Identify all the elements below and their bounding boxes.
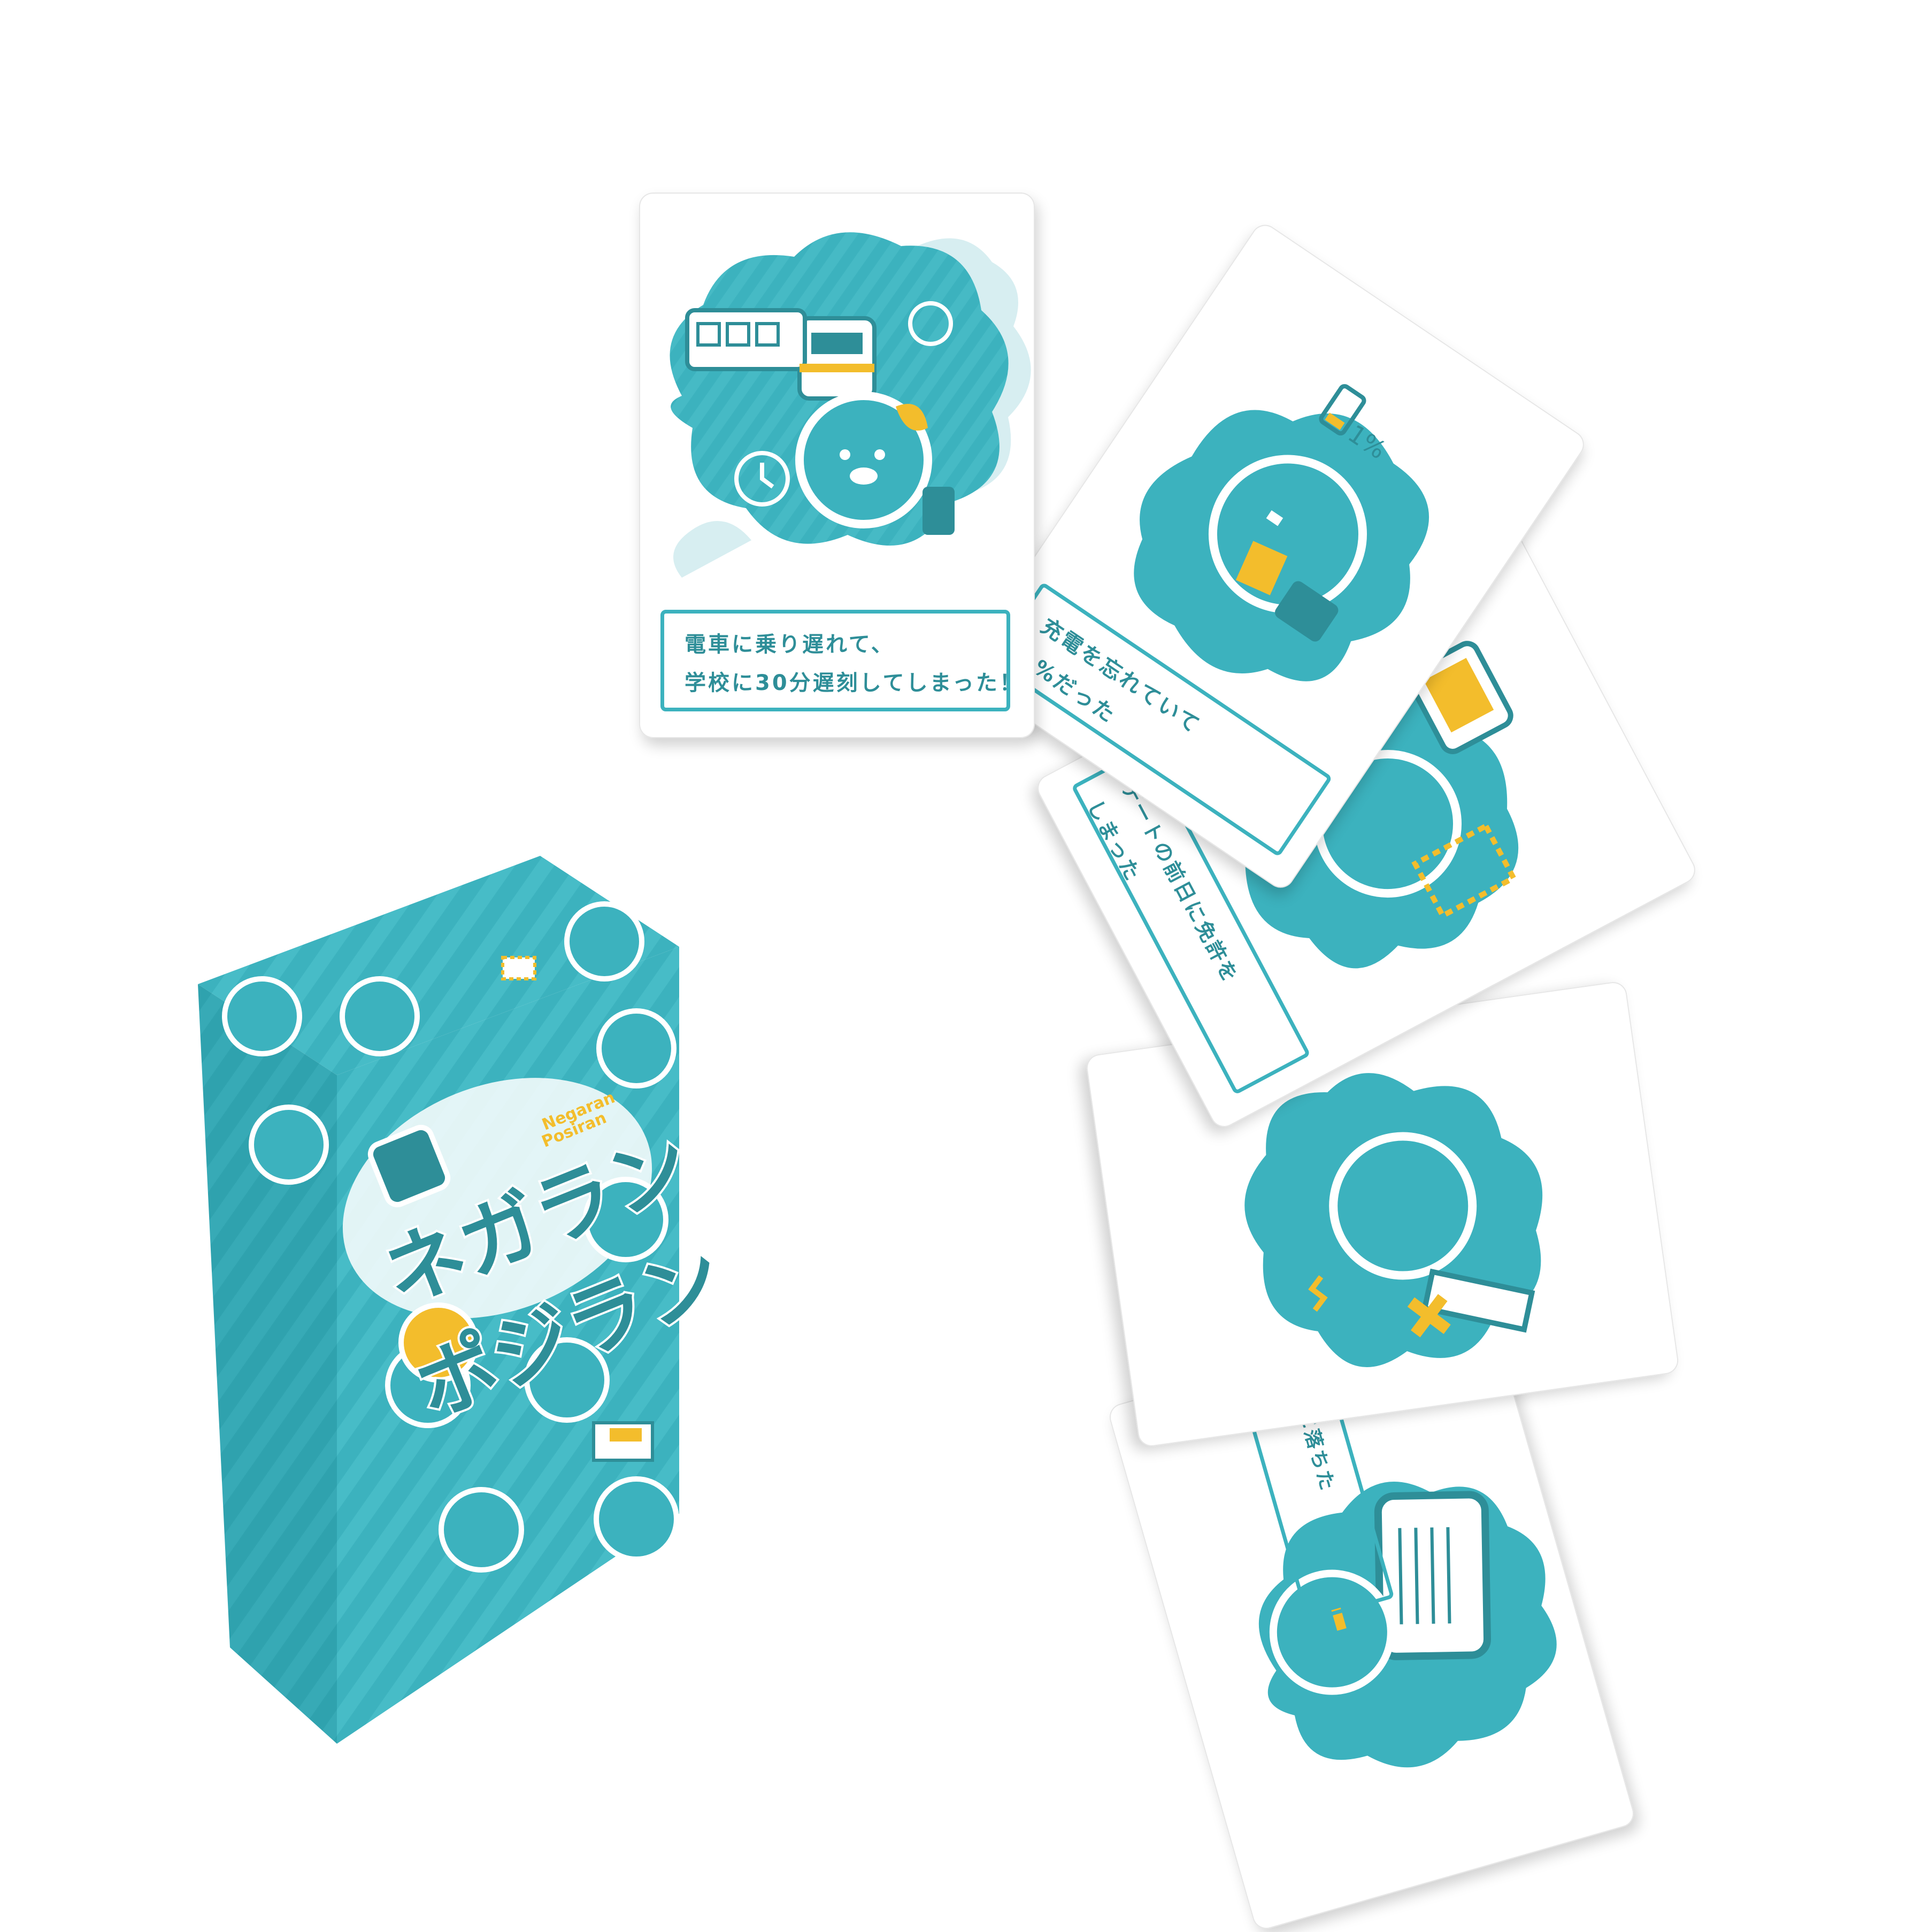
test-fail-icon	[1244, 1073, 1543, 1367]
card1-caption-line1: 電車に乗り遅れて、	[685, 632, 895, 657]
card-train-late: 電車に乗り遅れて、 学校に30分遅刻してしまった！	[639, 193, 1035, 738]
card1-caption-line2: 学校に30分遅刻してしまった！	[685, 671, 1023, 695]
product-photo: に落ちた デートの前日に免許を しまった 1% 充電を忘れていて 1%だった 電…	[0, 0, 1914, 1932]
card-test-fail	[1085, 980, 1680, 1448]
game-box: ネガラン ポジラン Negaran Posiran	[198, 845, 904, 1754]
